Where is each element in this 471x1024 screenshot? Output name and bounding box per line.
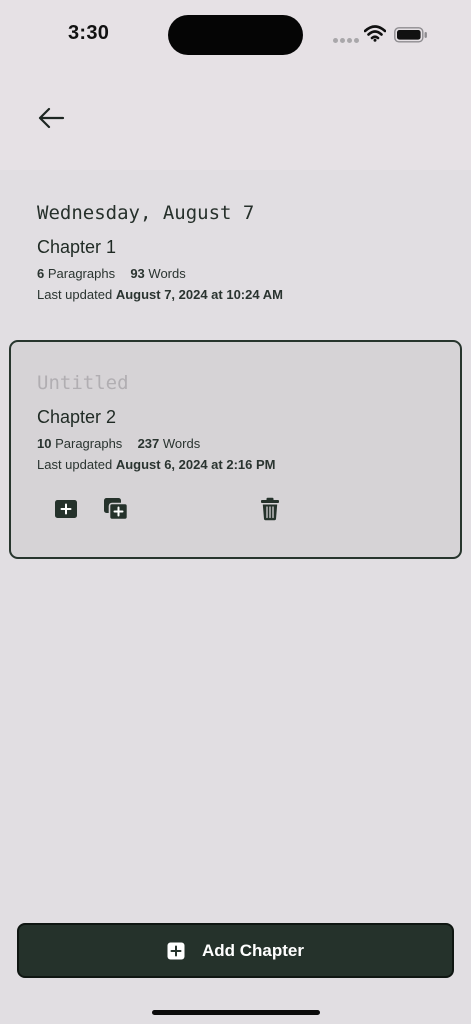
signal-icon [333, 38, 359, 43]
chapter-entry-2[interactable]: Untitled Chapter 2 10 Paragraphs 237 Wor… [9, 340, 462, 559]
entry-date: Wednesday, August 7 [37, 202, 255, 224]
last-updated-label: Last updated [37, 287, 113, 302]
paragraph-count: 10 [37, 436, 52, 451]
word-label: Words [162, 436, 201, 451]
add-chapter-button[interactable]: Add Chapter [17, 923, 454, 978]
last-updated-value: August 7, 2024 at 10:24 AM [115, 287, 283, 302]
add-paragraph-button[interactable] [51, 494, 81, 524]
arrow-left-icon [38, 107, 65, 129]
chapter-title: Chapter 2 [37, 407, 117, 427]
entry-actions [51, 494, 291, 524]
word-count: 93 [130, 266, 145, 281]
delete-button[interactable] [255, 494, 285, 524]
word-label: Words [148, 266, 186, 281]
last-updated: Last updated August 7, 2024 at 10:24 AM [37, 287, 462, 302]
back-button[interactable] [30, 98, 72, 138]
chapter-stats: 10 Paragraphs 237 Words [37, 436, 460, 451]
paragraph-label: Paragraphs [47, 266, 116, 281]
paragraph-label: Paragraphs [55, 436, 123, 451]
battery-icon [394, 27, 427, 43]
duplicate-icon [104, 498, 129, 521]
word-count: 237 [137, 436, 160, 451]
last-updated-value: August 6, 2024 at 2:16 PM [115, 457, 276, 472]
last-updated-label: Last updated [37, 457, 113, 472]
plus-square-icon [167, 942, 185, 960]
status-time: 3:30 [68, 22, 110, 44]
duplicate-button[interactable] [101, 494, 131, 524]
entry-date: Untitled [37, 372, 129, 394]
wifi-icon [364, 25, 386, 42]
status-bar: 3:30 [0, 0, 471, 70]
home-indicator [152, 1010, 320, 1015]
last-updated: Last updated August 6, 2024 at 2:16 PM [37, 457, 460, 472]
trash-icon [261, 497, 279, 521]
chapter-entry-1[interactable]: Wednesday, August 7 Chapter 1 6 Paragrap… [9, 196, 462, 316]
paragraph-count: 6 [37, 266, 45, 281]
add-chapter-label: Add Chapter [202, 940, 304, 960]
dynamic-island [168, 15, 303, 55]
chapter-stats: 6 Paragraphs 93 Words [37, 266, 462, 281]
chapter-title: Chapter 1 [37, 237, 117, 257]
add-paragraph-icon [55, 500, 77, 518]
